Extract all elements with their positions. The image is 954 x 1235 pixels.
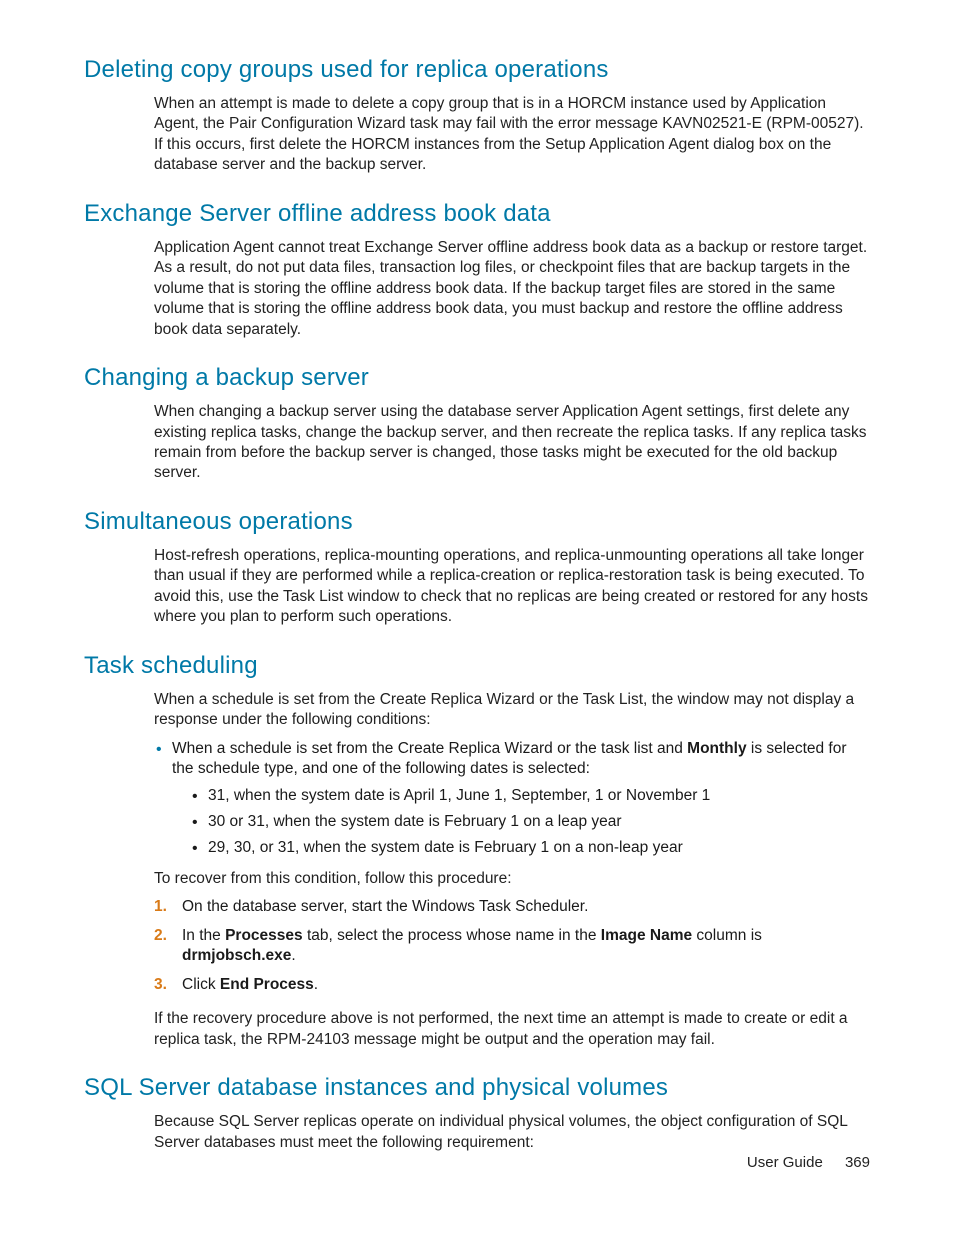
paragraph: Host-refresh operations, replica-mountin… bbox=[154, 546, 870, 628]
page-footer: User Guide 369 bbox=[747, 1154, 870, 1171]
nested-bullet-list: 31, when the system date is April 1, Jun… bbox=[190, 786, 870, 859]
step-item: Click End Process. bbox=[154, 975, 870, 995]
bold-text: drmjobsch.exe bbox=[182, 947, 291, 964]
document-page: Deleting copy groups used for replica op… bbox=[0, 0, 954, 1235]
section-task-scheduling: Task scheduling When a schedule is set f… bbox=[84, 652, 870, 1050]
text: . bbox=[291, 947, 295, 964]
ordered-steps: On the database server, start the Window… bbox=[154, 897, 870, 995]
heading: Deleting copy groups used for replica op… bbox=[84, 56, 870, 84]
heading: SQL Server database instances and physic… bbox=[84, 1074, 870, 1102]
section-sql-server-instances: SQL Server database instances and physic… bbox=[84, 1074, 870, 1153]
heading: Task scheduling bbox=[84, 652, 870, 680]
heading: Exchange Server offline address book dat… bbox=[84, 200, 870, 228]
bullet-list: When a schedule is set from the Create R… bbox=[154, 739, 870, 859]
list-item: 29, 30, or 31, when the system date is F… bbox=[190, 838, 870, 858]
heading: Changing a backup server bbox=[84, 364, 870, 392]
list-item: 31, when the system date is April 1, Jun… bbox=[190, 786, 870, 806]
page-number: 369 bbox=[845, 1154, 870, 1171]
paragraph: Application Agent cannot treat Exchange … bbox=[154, 238, 870, 340]
section-exchange-offline-address-book: Exchange Server offline address book dat… bbox=[84, 200, 870, 340]
paragraph: Because SQL Server replicas operate on i… bbox=[154, 1112, 870, 1153]
text: In the bbox=[182, 927, 225, 944]
heading: Simultaneous operations bbox=[84, 508, 870, 536]
text: Click bbox=[182, 976, 220, 993]
bold-text: Monthly bbox=[687, 740, 746, 757]
bold-text: Image Name bbox=[601, 927, 692, 944]
paragraph: When a schedule is set from the Create R… bbox=[154, 690, 870, 731]
paragraph: When changing a backup server using the … bbox=[154, 402, 870, 484]
bold-text: End Process bbox=[220, 976, 314, 993]
footer-label: User Guide bbox=[747, 1154, 823, 1171]
paragraph: If the recovery procedure above is not p… bbox=[154, 1009, 870, 1050]
step-item: In the Processes tab, select the process… bbox=[154, 926, 870, 967]
section-simultaneous-operations: Simultaneous operations Host-refresh ope… bbox=[84, 508, 870, 628]
text: tab, select the process whose name in th… bbox=[303, 927, 601, 944]
text: column is bbox=[692, 927, 762, 944]
section-changing-backup-server: Changing a backup server When changing a… bbox=[84, 364, 870, 484]
section-deleting-copy-groups: Deleting copy groups used for replica op… bbox=[84, 56, 870, 176]
paragraph: To recover from this condition, follow t… bbox=[154, 869, 870, 889]
text: When a schedule is set from the Create R… bbox=[172, 740, 687, 757]
text: . bbox=[314, 976, 318, 993]
list-item: 30 or 31, when the system date is Februa… bbox=[190, 812, 870, 832]
list-item: When a schedule is set from the Create R… bbox=[154, 739, 870, 859]
paragraph: When an attempt is made to delete a copy… bbox=[154, 94, 870, 176]
step-item: On the database server, start the Window… bbox=[154, 897, 870, 917]
bold-text: Processes bbox=[225, 927, 303, 944]
